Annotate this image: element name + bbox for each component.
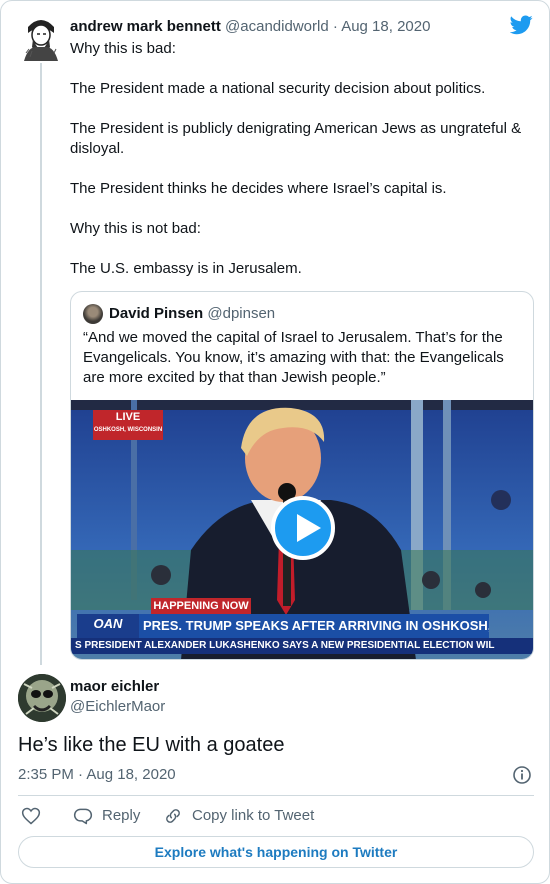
tweet-paragraph: The U.S. embassy is in Jerusalem. [70, 260, 302, 277]
tweet-date[interactable]: Aug 18, 2020 [86, 766, 175, 783]
explore-button[interactable]: Explore what's happening on Twitter [18, 836, 534, 868]
reply-icon [73, 808, 93, 825]
twitter-bird-icon[interactable] [509, 15, 533, 35]
avatar[interactable] [20, 13, 62, 61]
info-icon[interactable] [513, 766, 531, 784]
quoted-tweet-header: David Pinsen @dpinsen [109, 304, 275, 324]
play-icon [297, 514, 321, 542]
play-button[interactable] [271, 496, 335, 560]
quoted-tweet[interactable]: David Pinsen @dpinsen “And we moved the … [70, 291, 534, 660]
parent-tweet-header: andrew mark bennett @acandidworld · Aug … [70, 17, 430, 37]
happening-now-banner: HAPPENING NOW [151, 598, 251, 614]
quoted-avatar [83, 304, 103, 324]
reply-author-name[interactable]: maor eichler [70, 677, 159, 697]
quoted-tweet-text: “And we moved the capital of Israel to J… [83, 329, 504, 386]
dot-separator: · [78, 766, 84, 783]
tweet-timestamp[interactable]: 2:35 PM · Aug 18, 2020 [18, 765, 176, 785]
copy-link-button[interactable]: Copy link to Tweet [163, 806, 323, 826]
quoted-author-name: David Pinsen [109, 305, 204, 322]
parent-tweet-body: Why this is bad: The President made a na… [70, 39, 530, 299]
dot-separator: · [332, 18, 338, 35]
tweet-paragraph: The President is publicly denigrating Am… [70, 120, 522, 157]
news-ticker: S PRESIDENT ALEXANDER LUKASHENKO SAYS A … [71, 638, 533, 654]
tweet-paragraph: Why this is not bad: [70, 220, 201, 237]
link-icon [166, 809, 180, 823]
heart-icon [21, 807, 41, 825]
divider [18, 795, 534, 796]
location-label: OSHKOSH, WISCONSIN [93, 427, 163, 433]
reply-label[interactable]: Reply [102, 806, 140, 826]
tweet-time[interactable]: 2:35 PM [18, 766, 74, 783]
live-badge: LIVE OSHKOSH, WISCONSIN [93, 410, 163, 440]
tweet-paragraph: The President made a national security d… [70, 80, 486, 97]
quoted-author-handle: @dpinsen [207, 305, 276, 322]
live-label: LIVE [115, 411, 141, 423]
tweet-paragraph: The President thinks he decides where Is… [70, 180, 447, 197]
video-thumbnail[interactable]: LIVE OSHKOSH, WISCONSIN HAPPENING NOW OA… [71, 400, 533, 659]
thread-line [40, 63, 42, 665]
network-logo: OAN [77, 614, 139, 638]
tweet-date[interactable]: Aug 18, 2020 [341, 18, 430, 35]
reply-button[interactable]: Reply [73, 806, 148, 826]
author-handle[interactable]: @acandidworld [225, 18, 329, 35]
tweet-embed-card: andrew mark bennett @acandidworld · Aug … [0, 0, 550, 884]
reply-tweet-text: He’s like the EU with a goatee [18, 734, 285, 756]
like-button[interactable] [21, 806, 43, 826]
author-name[interactable]: andrew mark bennett [70, 18, 221, 35]
avatar[interactable] [18, 674, 66, 722]
copy-link-label[interactable]: Copy link to Tweet [192, 806, 314, 826]
tweet-paragraph: Why this is bad: [70, 40, 176, 57]
reply-author-handle[interactable]: @EichlerMaor [70, 697, 165, 717]
news-headline: PRES. TRUMP SPEAKS AFTER ARRIVING IN OSH… [139, 614, 489, 638]
